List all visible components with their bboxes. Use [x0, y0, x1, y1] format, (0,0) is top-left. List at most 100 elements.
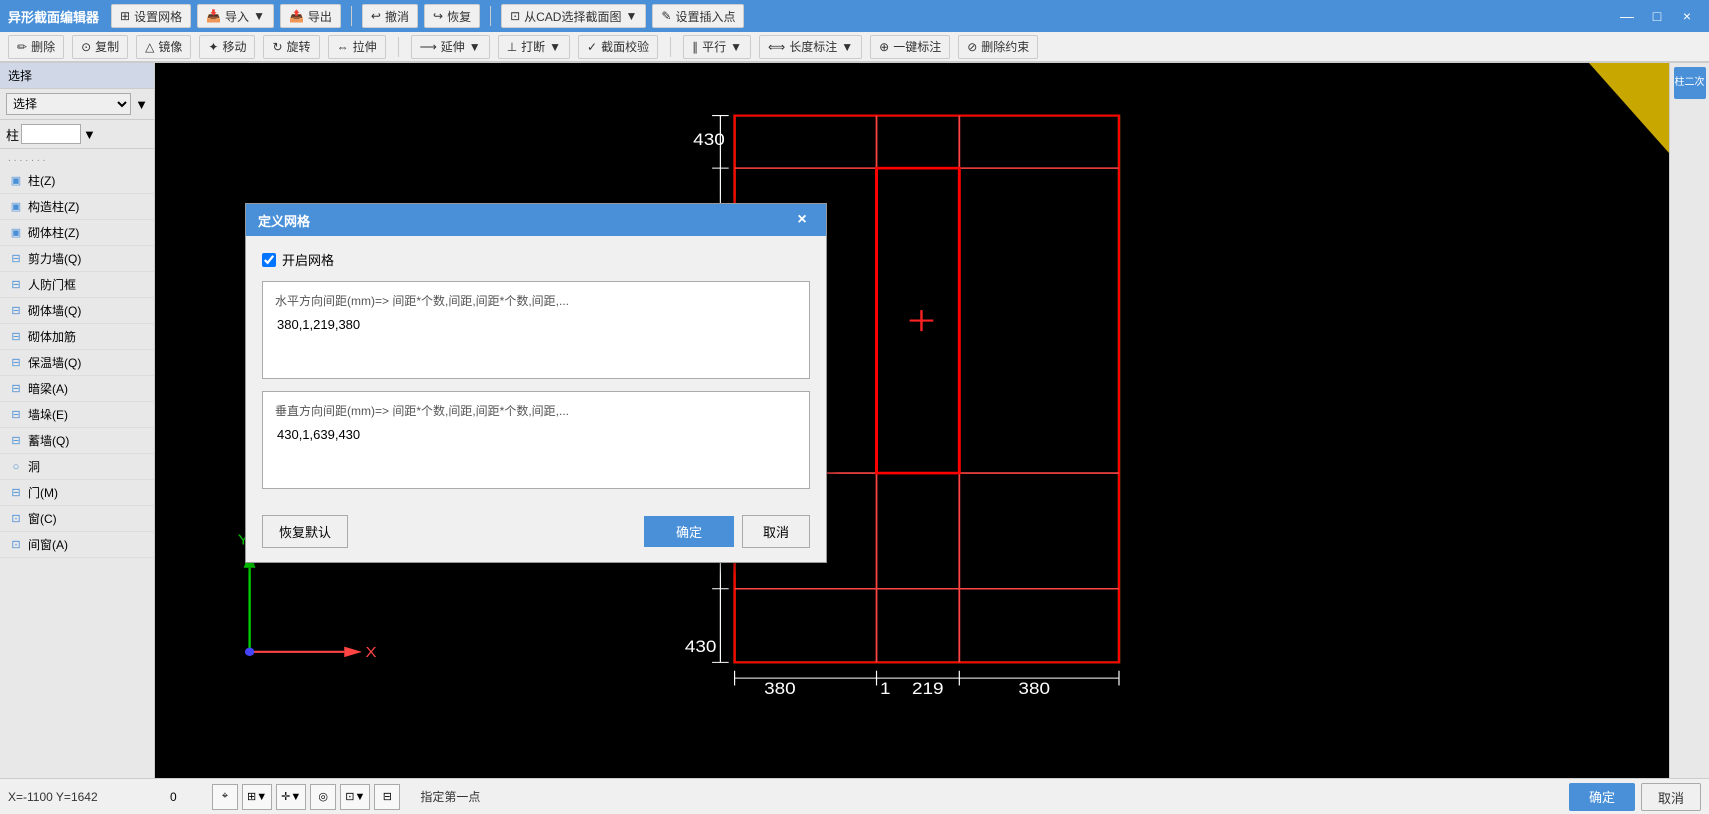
copy-button[interactable]: ⊙ 复制 [72, 35, 128, 59]
section-check-button[interactable]: ✓ 截面校验 [578, 35, 658, 59]
top-toolbar: 异形截面编辑器 ⊞ 设置网格 📥 导入 ▼ 📤 导出 [0, 0, 1709, 63]
redo-icon: ↪ [433, 9, 443, 23]
sidebar-item-hidden-beam[interactable]: ⊟ 暗梁(A) [0, 376, 154, 402]
minimize-button[interactable]: — [1613, 2, 1641, 30]
separator-2 [490, 6, 491, 26]
sidebar-item-window[interactable]: ⊡ 窗(C) [0, 506, 154, 532]
grid-toggle-button[interactable]: ⊞ ▼ [242, 784, 272, 810]
app-container: 异形截面编辑器 ⊞ 设置网格 📥 导入 ▼ 📤 导出 [0, 0, 1709, 814]
maximize-button[interactable]: □ [1643, 2, 1671, 30]
object-snap-button[interactable]: ⊡ ▼ [340, 784, 370, 810]
sidebar-item-masonry-reinforce[interactable]: ⊟ 砌体加筋 [0, 324, 154, 350]
parallel-arrow-icon: ▼ [730, 40, 742, 54]
dialog-body: 开启网格 水平方向间距(mm)=> 间距*个数,间距,间距*个数,间距,... … [246, 236, 826, 515]
vertical-section: 垂直方向间距(mm)=> 间距*个数,间距,间距*个数,间距,... 430,1… [262, 391, 810, 489]
insert-icon: ✎ [661, 9, 671, 23]
column-secondary-button[interactable]: 柱二次 [1674, 67, 1706, 99]
sidebar-item-label: 窗(C) [28, 510, 57, 527]
sidebar-item-masonry-wall[interactable]: ⊟ 砌体墙(Q) [0, 298, 154, 324]
status-prompt: 指定第一点 [420, 788, 480, 805]
column-item-icon: ▣ [8, 173, 24, 189]
left-sidebar: 选择 选择 ▼ 柱 ▼ ....... ▣ 柱(Z) ▣ [0, 63, 155, 778]
separator-3 [398, 37, 399, 57]
vertical-input[interactable]: 430,1,639,430 [275, 425, 797, 475]
break-arrow-icon: ▼ [549, 40, 561, 54]
grid-setup-button[interactable]: ⊞ 设置网格 [111, 4, 191, 28]
titlebar-row: 异形截面编辑器 ⊞ 设置网格 📥 导入 ▼ 📤 导出 [0, 0, 1709, 32]
enable-grid-checkbox[interactable] [262, 253, 276, 267]
bottom-cancel-button[interactable]: 取消 [1641, 783, 1701, 811]
ortho-button[interactable]: ✛ ▼ [276, 784, 306, 810]
snap-button[interactable]: ⌖ [212, 784, 238, 810]
sidebar-item-door[interactable]: ⊟ 门(M) [0, 480, 154, 506]
input-arrow-icon: ▼ [83, 127, 96, 142]
extend-button[interactable]: ⟶ 延伸 ▼ [411, 35, 490, 59]
grid-icon: ⊞ [120, 9, 130, 23]
select-dropdown[interactable]: 选择 [6, 93, 131, 115]
length-mark-button[interactable]: ⟺ 长度标注 ▼ [759, 35, 862, 59]
mirror-button[interactable]: △ 镜像 [136, 35, 191, 59]
rotate-button[interactable]: ↻ 旋转 [263, 35, 319, 59]
polar-button[interactable]: ◎ [310, 784, 336, 810]
sidebar-item-label: 门(M) [28, 484, 58, 501]
horizontal-input[interactable]: 380,1,219,380 [275, 315, 797, 365]
sidebar-item-label: 砌体加筋 [28, 328, 76, 345]
export-button[interactable]: 📤 导出 [280, 4, 341, 28]
bottom-confirm-button[interactable]: 确定 [1569, 783, 1635, 811]
dialog-footer: 恢复默认 确定 取消 [246, 515, 826, 562]
import-button[interactable]: 📥 导入 ▼ [197, 4, 274, 28]
sidebar-item-wall-pier[interactable]: ⊟ 墙垛(E) [0, 402, 154, 428]
define-grid-dialog: 定义网格 × 开启网格 水平方向间距(mm)=> 间距*个数,间距,间距*个数,… [245, 203, 827, 563]
parallel-button[interactable]: ∥ 平行 ▼ [683, 35, 751, 59]
sidebar-item-construct-column[interactable]: ▣ 构造柱(Z) [0, 194, 154, 220]
sidebar-item-insulation-wall[interactable]: ⊟ 保温墙(Q) [0, 350, 154, 376]
stretch-button[interactable]: ⇔ 拉伸 [328, 35, 386, 59]
delete-constraint-button[interactable]: ⊘ 删除约束 [958, 35, 1038, 59]
delete-button[interactable]: ✏ 删除 [8, 35, 64, 59]
vertical-label: 垂直方向间距(mm)=> 间距*个数,间距,间距*个数,间距,... [275, 402, 797, 419]
restore-default-button[interactable]: 恢复默认 [262, 515, 348, 548]
polar-icon: ◎ [318, 790, 328, 803]
move-button[interactable]: ✦ 移动 [199, 35, 255, 59]
sidebar-item-inter-window[interactable]: ⊡ 间窗(A) [0, 532, 154, 558]
horizontal-label: 水平方向间距(mm)=> 间距*个数,间距,间距*个数,间距,... [275, 292, 797, 309]
redo-button[interactable]: ↪ 恢复 [424, 4, 480, 28]
status-number: 0 [170, 790, 200, 804]
export-icon: 📤 [289, 9, 304, 23]
status-confirm-buttons: 确定 取消 [1569, 783, 1701, 811]
set-insert-button[interactable]: ✎ 设置插入点 [652, 4, 744, 28]
dialog-ok-button[interactable]: 确定 [644, 516, 734, 547]
right-panel: 柱二次 [1669, 63, 1709, 778]
select-arrow-icon: ▼ [135, 97, 148, 112]
sidebar-item-civil-defense[interactable]: ⊟ 人防门框 [0, 272, 154, 298]
undo-button[interactable]: ↩ 撤消 [362, 4, 418, 28]
sidebar-item-label: 暗梁(A) [28, 380, 68, 397]
sidebar-item-hole[interactable]: ○ 洞 [0, 454, 154, 480]
objsnap-arrow: ▼ [354, 791, 365, 803]
toolbar-buttons-row1: ⊞ 设置网格 📥 导入 ▼ 📤 导出 ↩ 撤消 [111, 4, 1601, 28]
sidebar-item-label: 保温墙(Q) [28, 354, 81, 371]
separator-1 [351, 6, 352, 26]
dialog-close-button[interactable]: × [790, 208, 814, 232]
close-button[interactable]: × [1673, 2, 1701, 30]
from-cad-button[interactable]: ⊡ 从CAD选择截面图 ▼ [501, 4, 646, 28]
sidebar-item-column[interactable]: ▣ 柱(Z) [0, 168, 154, 194]
parallel-icon: ∥ [692, 40, 698, 54]
dynamic-input-button[interactable]: ⊟ [374, 784, 400, 810]
one-key-mark-button[interactable]: ⊕ 一键标注 [870, 35, 950, 59]
enable-grid-row: 开启网格 [262, 250, 810, 269]
dialog-cancel-button[interactable]: 取消 [742, 515, 810, 548]
svg-text:1: 1 [880, 679, 891, 698]
enable-grid-label: 开启网格 [282, 250, 334, 269]
app-title: 异形截面编辑器 [8, 7, 99, 26]
sidebar-item-reservoir-wall[interactable]: ⊟ 蓄墙(Q) [0, 428, 154, 454]
column-input[interactable] [21, 124, 81, 144]
svg-text:380: 380 [1018, 679, 1050, 698]
cad-icon: ⊡ [510, 9, 520, 23]
window-controls: — □ × [1613, 2, 1701, 30]
pier-icon: ⊟ [8, 407, 24, 423]
constraint-icon: ⊘ [967, 40, 977, 54]
break-button[interactable]: ⊥ 打断 ▼ [498, 35, 570, 59]
sidebar-item-shear-wall[interactable]: ⊟ 剪力墙(Q) [0, 246, 154, 272]
sidebar-item-masonry-column[interactable]: ▣ 砌体柱(Z) [0, 220, 154, 246]
